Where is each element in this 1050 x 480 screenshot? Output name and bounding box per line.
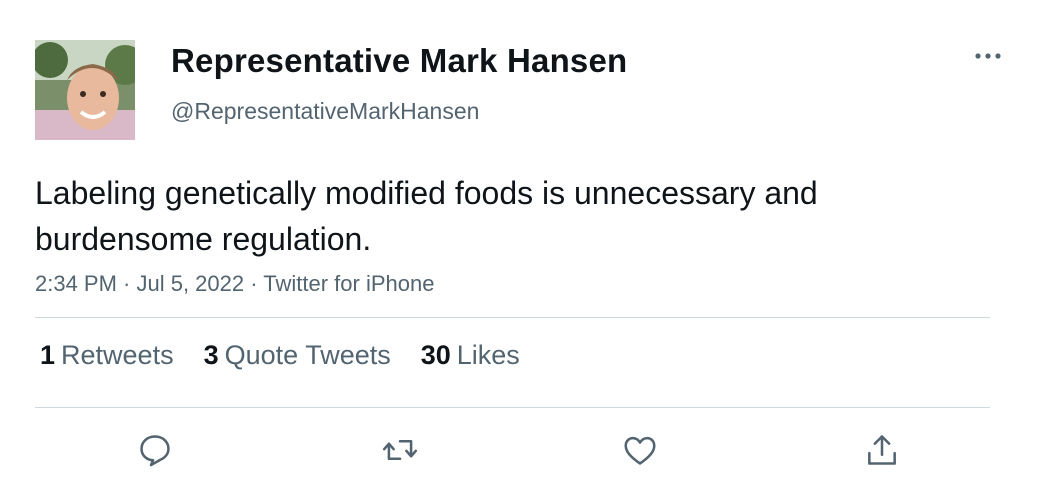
- more-options-button[interactable]: [970, 42, 1006, 70]
- author-handle[interactable]: @RepresentativeMarkHansen: [171, 98, 479, 125]
- reply-icon: [140, 435, 170, 467]
- retweets-label: Retweets: [61, 340, 174, 370]
- retweets-count: 1: [40, 340, 56, 370]
- quote-tweets-label: Quote Tweets: [224, 340, 391, 370]
- tweet-stats: 1 Retweets 3 Quote Tweets 30 Likes: [40, 340, 550, 371]
- author-display-name[interactable]: Representative Mark Hansen: [171, 42, 627, 80]
- avatar-image: [35, 40, 135, 140]
- retweets-stat[interactable]: 1 Retweets: [40, 340, 174, 371]
- retweet-button[interactable]: [380, 430, 420, 470]
- quote-tweets-stat[interactable]: 3 Quote Tweets: [204, 340, 391, 371]
- tweet-meta: 2:34 PM · Jul 5, 2022 · Twitter for iPho…: [35, 271, 435, 296]
- reply-button[interactable]: [135, 430, 175, 470]
- avatar[interactable]: [35, 40, 135, 140]
- divider: [35, 317, 990, 318]
- quote-tweets-count: 3: [203, 340, 219, 370]
- likes-stat[interactable]: 30 Likes: [421, 340, 520, 371]
- likes-label: Likes: [456, 340, 520, 370]
- tweet-text: Labeling genetically modified foods is u…: [35, 175, 818, 257]
- likes-count: 30: [420, 340, 451, 370]
- divider: [35, 407, 990, 408]
- share-icon: [868, 435, 896, 465]
- more-icon: [975, 53, 1001, 59]
- retweet-icon: [382, 440, 418, 460]
- share-button[interactable]: [862, 430, 902, 470]
- like-button[interactable]: [620, 430, 660, 470]
- like-icon: [624, 436, 656, 465]
